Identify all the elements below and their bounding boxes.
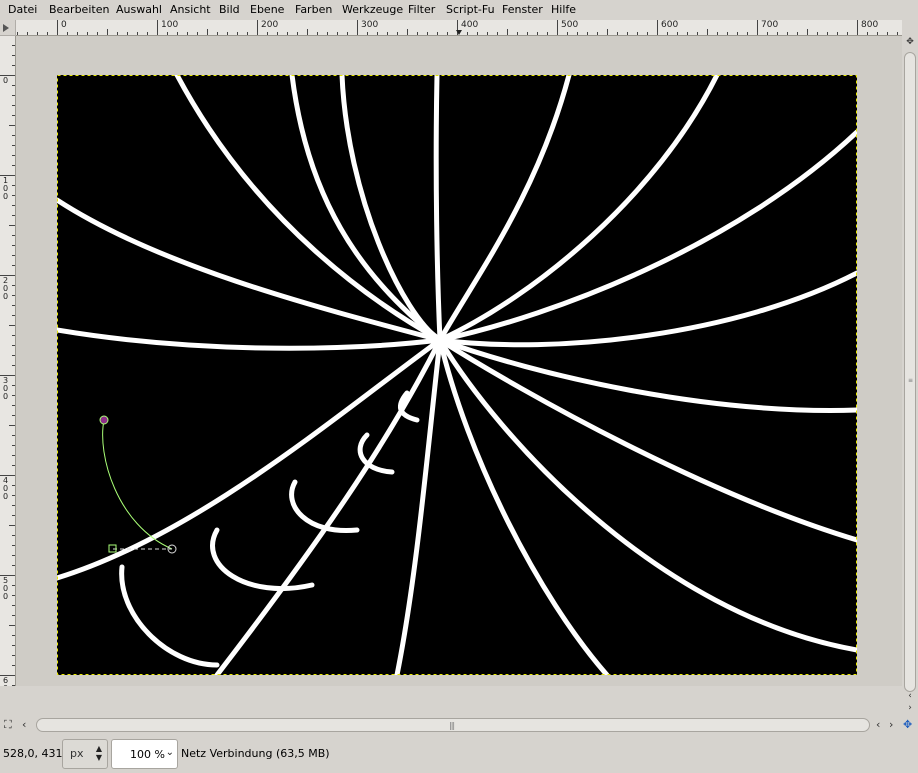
menu-datei[interactable]: Datei [8,3,37,17]
path-anchor-active [99,415,109,425]
menu-script-fu[interactable]: Script-Fu [446,3,495,17]
image-canvas[interactable] [57,75,857,675]
pointer-marker-icon [456,30,462,35]
navigate-icon[interactable]: ✥ [904,36,916,48]
vertical-ruler[interactable]: 0 100 200 300 400 500 600 [0,36,16,686]
menu-auswahl[interactable]: Auswahl [116,3,162,17]
horizontal-scrollbar[interactable]: ⛶ ‹ ||| ‹ › ✥ [0,715,918,735]
navigate-icon[interactable]: ✥ [903,718,912,732]
zoom-value: 100 % [130,748,165,761]
hruler-label: 500 [561,20,579,30]
hruler-label: 600 [661,20,679,30]
unit-value: px [70,747,84,760]
grip-icon: ||| [449,721,455,730]
vertical-scroll-thumb[interactable]: ≡ [904,52,916,692]
canvas-area[interactable] [16,36,902,686]
hruler-label: 100 [161,20,179,30]
menu-ansicht[interactable]: Ansicht [170,3,211,17]
menubar: Datei Bearbeiten Auswahl Ansicht Bild Eb… [0,0,918,20]
horizontal-ruler[interactable]: 0 100 200 300 400 500 600 700 800 [16,20,902,36]
hruler-label: 800 [861,20,879,30]
hruler-label: 400 [461,20,479,30]
chevron-up-icon[interactable]: ‹ [904,690,916,702]
vruler-label: 600 [3,676,9,687]
chevron-right-icon[interactable]: › [889,718,893,732]
vruler-label: 0 [3,76,9,85]
vruler-label: 400 [3,476,9,501]
menu-filter[interactable]: Filter [408,3,435,17]
menu-bearbeiten[interactable]: Bearbeiten [49,3,109,17]
unit-selector[interactable]: px ▲ ▼ [62,739,108,769]
hruler-label: 200 [261,20,279,30]
statusbar: 528,0, 431,0 px ▲ ▼ 100 % ⌄ Netz Verbindu… [0,737,918,773]
vruler-label: 300 [3,376,9,401]
hruler-label: 300 [361,20,379,30]
vruler-label: 200 [3,276,9,301]
zoom-selector[interactable]: 100 % ⌄ [111,739,178,769]
menu-fenster[interactable]: Fenster [502,3,543,17]
hruler-label: 0 [61,20,67,30]
image-background [57,75,857,675]
grip-icon: ≡ [908,377,914,384]
quick-mask-icon[interactable]: ⛶ [4,718,12,732]
image-menu-button[interactable] [0,20,16,36]
vruler-label: 100 [3,176,9,201]
spinner-icon: ▲ ▼ [95,744,102,762]
menu-hilfe[interactable]: Hilfe [551,3,576,17]
hruler-label: 700 [761,20,779,30]
menu-triangle-icon [3,24,9,32]
menu-werkzeuge[interactable]: Werkzeuge [342,3,403,17]
chevron-down-icon: ⌄ [165,747,174,758]
menu-farben[interactable]: Farben [295,3,332,17]
vruler-label: 500 [3,576,9,601]
status-message: Netz Verbindung (63,5 MB) [181,747,330,760]
chevron-down-icon[interactable]: › [904,702,916,714]
chevron-left-icon[interactable]: ‹ [876,718,880,732]
menu-bild[interactable]: Bild [219,3,240,17]
horizontal-scroll-thumb[interactable]: ||| [36,718,870,732]
chevron-left-icon[interactable]: ‹ [22,718,26,732]
vertical-scrollbar[interactable]: ✥ ≡ ‹ › [902,36,918,714]
menu-ebene[interactable]: Ebene [250,3,284,17]
